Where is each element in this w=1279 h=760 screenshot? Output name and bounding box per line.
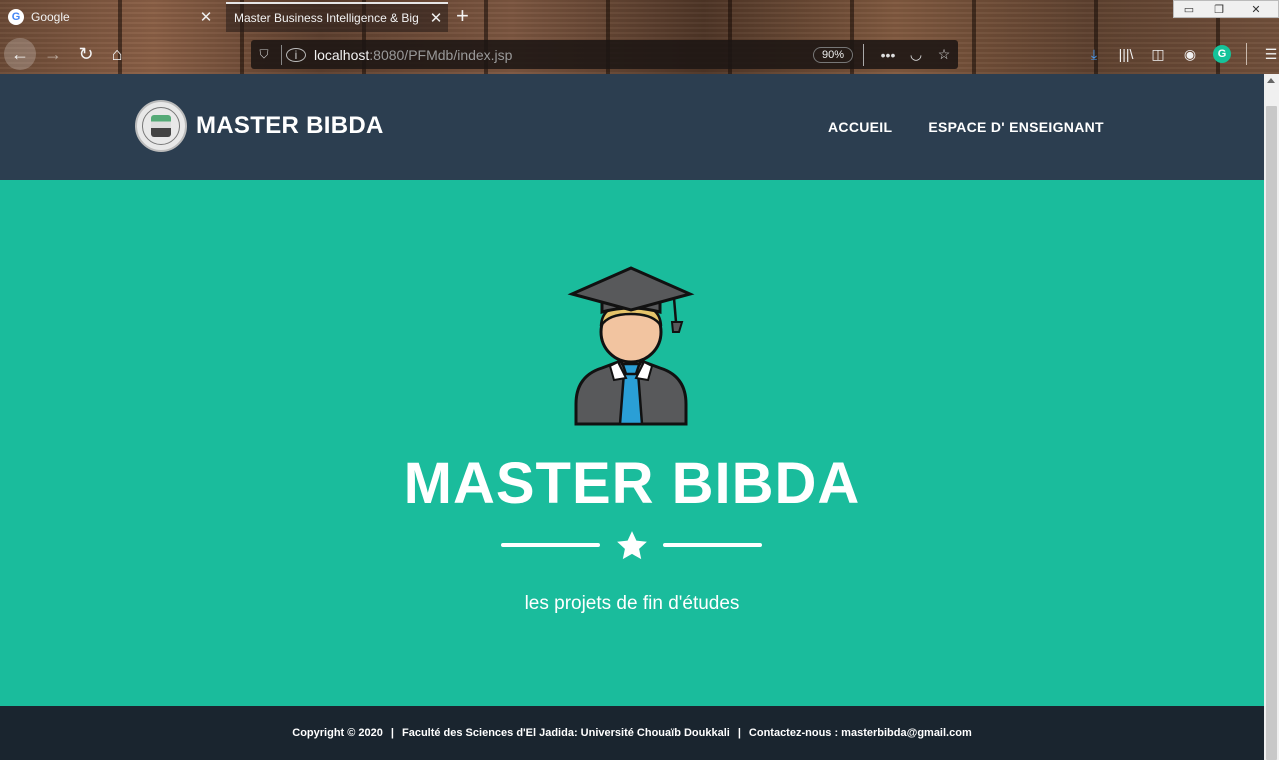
window-controls: ▭ ❐ ✕: [1173, 0, 1279, 18]
footer: Copyright © 2020 | Faculté des Sciences …: [0, 706, 1264, 760]
account-icon[interactable]: ◉: [1174, 46, 1206, 63]
new-tab-button[interactable]: +: [456, 3, 469, 29]
tab-google[interactable]: G Google ✕: [0, 2, 218, 32]
restore-icon[interactable]: ❐: [1204, 1, 1234, 17]
graduate-avatar-icon: [567, 266, 695, 426]
browser-chrome: G Google ✕ Master Business Intelligence …: [0, 0, 1279, 74]
url-text[interactable]: localhost:8080/PFMdb/index.jsp: [314, 47, 813, 63]
university-logo: [135, 100, 187, 152]
main-menu: ACCUEIL ESPACE D' ENSEIGNANT: [828, 119, 1104, 135]
toolbar-right: ⤓ |||\ ◫ ◉ G ☰: [1078, 40, 1279, 68]
hero-title: MASTER BIBDA: [403, 451, 861, 516]
url-path: :8080/PFMdb/index.jsp: [369, 46, 513, 63]
masthead: MASTER BIBDA les projets de fin d'études: [0, 180, 1264, 706]
hamburger-icon[interactable]: ☰: [1255, 46, 1279, 63]
star-icon: [617, 531, 647, 560]
library-icon[interactable]: |||\: [1110, 46, 1142, 62]
scrollbar-thumb[interactable]: [1266, 106, 1277, 760]
footer-contact[interactable]: Contactez-nous : masterbibda@gmail.com: [749, 727, 972, 739]
tracking-shield-icon[interactable]: ⛉: [251, 47, 277, 62]
toolbar-separator: [1246, 43, 1247, 65]
window-close-icon[interactable]: ✕: [1234, 1, 1278, 17]
footer-separator: |: [390, 727, 394, 739]
close-tab-icon[interactable]: ✕: [194, 8, 218, 26]
star-divider: [501, 531, 763, 561]
page-scrollbar[interactable]: [1264, 74, 1279, 760]
address-separator: [281, 44, 282, 65]
nav-accueil[interactable]: ACCUEIL: [828, 119, 892, 135]
download-icon[interactable]: ⤓: [1078, 46, 1110, 63]
tab-strip: G Google ✕ Master Business Intelligence …: [0, 0, 1279, 34]
tab-title: Google: [31, 10, 70, 24]
grammarly-icon[interactable]: G: [1213, 45, 1231, 63]
pocket-icon[interactable]: ◡: [902, 46, 930, 63]
url-host: localhost: [314, 46, 370, 63]
site-navbar: MASTER BIBDA ACCUEIL ESPACE D' ENSEIGNAN…: [0, 74, 1264, 180]
reload-icon[interactable]: ↻: [70, 38, 102, 70]
home-icon[interactable]: ⌂: [101, 38, 133, 70]
brand[interactable]: MASTER BIBDA: [135, 100, 384, 152]
address-separator: [863, 43, 864, 66]
divider-line-right: [663, 543, 762, 547]
site-info-icon[interactable]: i: [286, 47, 306, 62]
footer-separator: |: [737, 727, 741, 739]
minimize-icon[interactable]: ▭: [1174, 1, 1204, 17]
zoom-indicator[interactable]: 90%: [812, 46, 853, 63]
hero-tagline: les projets de fin d'études: [524, 593, 740, 614]
footer-copyright: Copyright © 2020: [292, 727, 383, 739]
back-arrow-icon[interactable]: ←: [4, 38, 36, 70]
tab-title: Master Business Intelligence & Big: [234, 11, 419, 25]
star-icon[interactable]: ☆: [930, 46, 958, 63]
footer-faculty: Faculté des Sciences d'El Jadida: Univer…: [401, 727, 730, 739]
tab-master-bibda[interactable]: Master Business Intelligence & Big ✕: [226, 2, 448, 32]
scroll-up-icon[interactable]: [1267, 78, 1275, 83]
divider-line-left: [501, 543, 600, 547]
google-favicon-icon: G: [8, 9, 24, 25]
brand-name[interactable]: MASTER BIBDA: [196, 112, 384, 140]
sidebar-icon[interactable]: ◫: [1142, 46, 1174, 63]
forward-arrow-icon[interactable]: →: [37, 38, 69, 70]
nav-espace-enseignant[interactable]: ESPACE D' ENSEIGNANT: [928, 119, 1104, 135]
more-icon[interactable]: •••: [874, 47, 902, 63]
close-tab-icon[interactable]: ✕: [424, 9, 448, 27]
address-bar[interactable]: ⛉ i localhost:8080/PFMdb/index.jsp 90% •…: [251, 40, 958, 69]
logo-emblem: [151, 115, 171, 137]
browser-toolbar: ← → ↻ ⌂ ⛉ i localhost:8080/PFMdb/index.j…: [0, 34, 1279, 74]
